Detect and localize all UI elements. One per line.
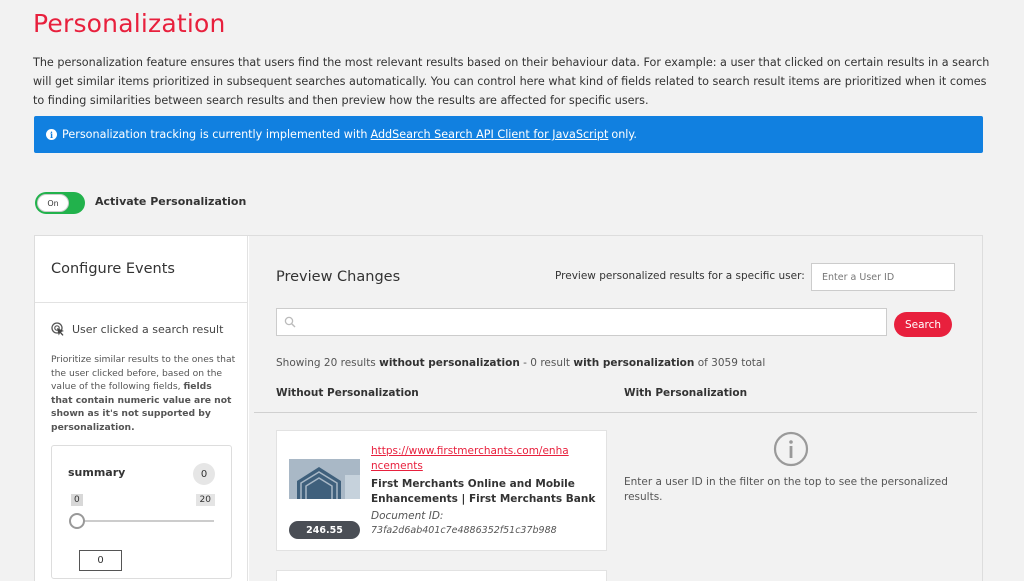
result-title: First Merchants Online and Mobile Enhanc… xyxy=(371,478,596,505)
field-weight-badge: 0 xyxy=(193,463,215,485)
cursor-click-icon xyxy=(51,322,64,336)
banner-prefix: Personalization tracking is currently im… xyxy=(62,128,368,141)
user-id-label: Preview personalized results for a speci… xyxy=(555,270,805,282)
info-banner: i Personalization tracking is currently … xyxy=(34,116,983,153)
activate-personalization-label: Activate Personalization xyxy=(95,195,247,208)
intro-text: The personalization feature ensures that… xyxy=(33,56,990,107)
results-stats: Showing 20 results without personalizati… xyxy=(276,357,765,369)
result-thumbnail xyxy=(289,445,360,499)
search-field[interactable] xyxy=(276,308,887,336)
toggle-state-label: On xyxy=(37,194,69,212)
document-id-label: Document ID: xyxy=(371,510,444,522)
user-id-input[interactable] xyxy=(811,263,955,291)
field-weight-input[interactable] xyxy=(79,550,122,571)
without-personalization-header: Without Personalization xyxy=(276,387,419,399)
stats-bold-2: with personalization xyxy=(573,357,695,369)
preview-title: Preview Changes xyxy=(276,269,401,285)
search-button[interactable]: Search xyxy=(894,312,952,337)
event-title: User clicked a search result xyxy=(72,322,224,336)
configure-events-column: Configure Events User clicked a search r… xyxy=(35,236,248,581)
with-personalization-header: With Personalization xyxy=(624,387,748,399)
stats-text-2: - 0 result xyxy=(523,357,571,369)
search-icon xyxy=(284,316,296,328)
relevance-score: 246.55 xyxy=(289,521,360,539)
slider-max-label: 20 xyxy=(195,494,215,506)
configure-events-title: Configure Events xyxy=(35,236,247,303)
banner-suffix: only. xyxy=(611,128,637,141)
document-id: 73fa2d6ab401c7e4886352f51c37b988 xyxy=(371,525,557,536)
stats-text-1: Showing 20 results xyxy=(276,357,376,369)
stats-text-3: of 3059 total xyxy=(697,357,766,369)
result-card[interactable]: 246.55 https://www.firstmerchants.com/en… xyxy=(276,430,607,551)
result-card[interactable] xyxy=(276,570,607,581)
field-weight-card: summary 0 0 20 xyxy=(51,445,232,579)
personalization-panel: Configure Events User clicked a search r… xyxy=(34,235,983,581)
event-header: User clicked a search result xyxy=(51,322,223,336)
api-client-link[interactable]: AddSearch Search API Client for JavaScri… xyxy=(370,128,608,141)
slider-track[interactable] xyxy=(76,520,214,522)
field-name: summary xyxy=(68,466,126,479)
page-title: Personalization xyxy=(33,9,226,38)
info-icon: i xyxy=(46,129,57,140)
stats-bold-1: without personalization xyxy=(379,357,520,369)
slider-thumb[interactable] xyxy=(69,513,85,529)
preview-column: Preview Changes Preview personalized res… xyxy=(249,236,982,581)
personalization-toggle[interactable]: On xyxy=(35,192,85,214)
slider-min-label: 0 xyxy=(71,494,83,506)
search-input[interactable] xyxy=(303,309,883,335)
result-url[interactable]: https://www.firstmerchants.com/enhanceme… xyxy=(371,444,571,474)
info-circle-icon xyxy=(773,431,809,467)
event-description: Prioritize similar results to the ones t… xyxy=(51,353,236,434)
with-personalization-message: Enter a user ID in the filter on the top… xyxy=(624,476,948,503)
divider xyxy=(254,412,977,413)
